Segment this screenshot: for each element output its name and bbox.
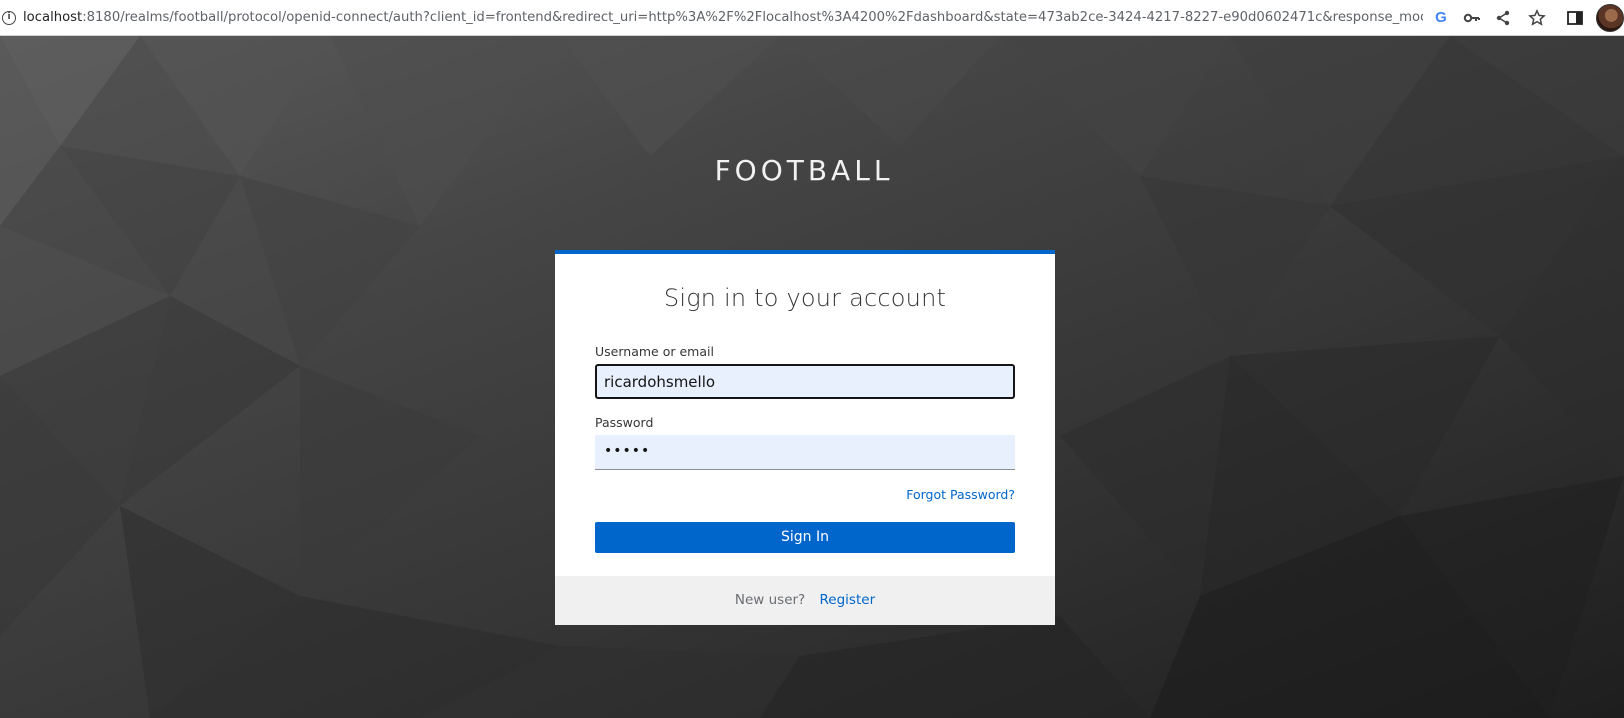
sign-in-button[interactable]: Sign In bbox=[595, 522, 1015, 553]
username-input[interactable]: ricardohsmello bbox=[595, 364, 1015, 399]
google-icon[interactable]: G bbox=[1432, 9, 1450, 27]
login-heading: Sign in to your account bbox=[663, 284, 947, 312]
share-icon[interactable] bbox=[1494, 9, 1512, 27]
url-host: localhost bbox=[23, 10, 83, 25]
register-link[interactable]: Register bbox=[820, 592, 876, 608]
password-label: Password bbox=[595, 415, 654, 430]
url-field[interactable]: localhost:8180/realms/football/protocol/… bbox=[23, 9, 1423, 27]
side-panel-icon[interactable] bbox=[1566, 9, 1584, 27]
url-path: :8180/realms/football/protocol/openid-co… bbox=[82, 10, 1423, 25]
new-user-text: New user? bbox=[734, 592, 806, 608]
login-card: Sign in to your account Username or emai… bbox=[555, 250, 1055, 625]
realm-title: FOOTBALL bbox=[714, 154, 894, 187]
browser-address-bar: i localhost:8180/realms/football/protoco… bbox=[0, 0, 1624, 36]
registration-footer: New user? Register bbox=[555, 576, 1055, 625]
star-icon[interactable] bbox=[1528, 9, 1546, 27]
profile-avatar[interactable] bbox=[1596, 4, 1624, 32]
info-icon[interactable]: i bbox=[2, 11, 16, 25]
username-label: Username or email bbox=[595, 344, 714, 359]
forgot-password-link[interactable]: Forgot Password? bbox=[906, 487, 1015, 502]
password-input[interactable]: ••••• bbox=[595, 435, 1015, 470]
login-page-background: FOOTBALL Sign in to your account Usernam… bbox=[0, 36, 1624, 718]
key-icon[interactable] bbox=[1463, 9, 1481, 27]
